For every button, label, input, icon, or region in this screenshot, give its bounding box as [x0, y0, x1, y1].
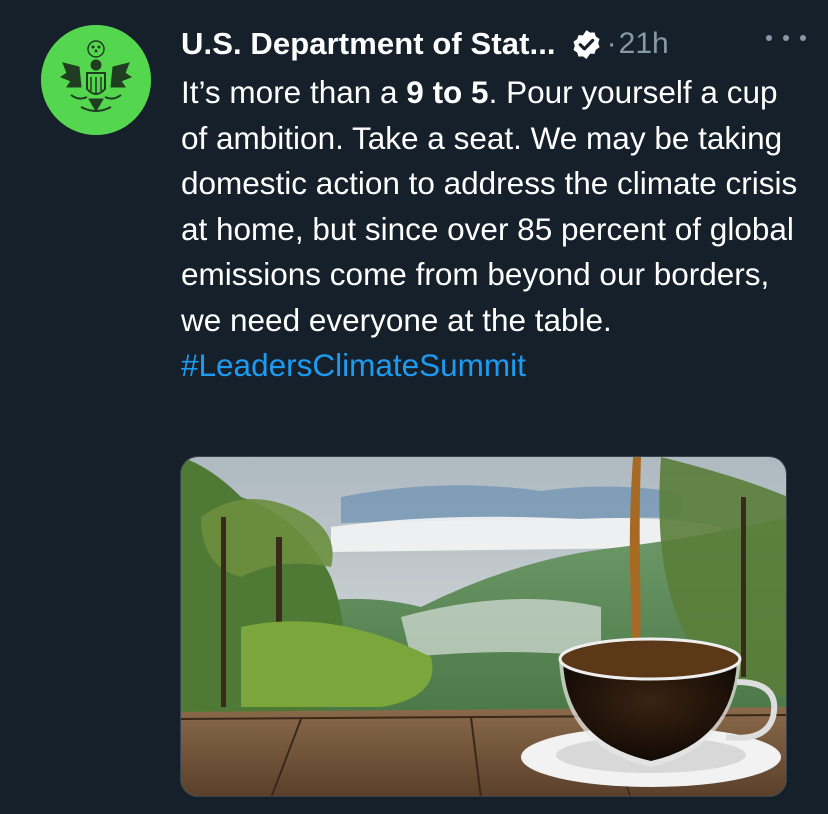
tweet-text: It’s more than a 9 to 5. Pour yourself a… [181, 70, 801, 389]
verified-badge-icon [570, 28, 603, 61]
tweet-text-bold: 9 to 5 [406, 74, 489, 110]
tweet-header: U.S. Department of Stat... · 21h [181, 22, 801, 66]
dot [766, 35, 772, 41]
avatar[interactable] [41, 25, 151, 135]
more-dots-icon[interactable] [766, 28, 806, 48]
dot [783, 35, 789, 41]
tweet-media-image[interactable] [180, 456, 787, 797]
hashtag-link[interactable]: #LeadersClimateSummit [181, 347, 526, 383]
dot [800, 35, 806, 41]
author-name[interactable]: U.S. Department of Stat... [181, 26, 556, 62]
tweet-text-part: It’s more than a [181, 74, 407, 110]
great-seal-icon [41, 25, 151, 135]
tweet[interactable]: U.S. Department of Stat... · 21h It’s mo… [0, 0, 828, 814]
timestamp[interactable]: 21h [619, 27, 669, 61]
tweet-text-part: . Pour yourself a cup of ambition. Take … [181, 74, 798, 338]
coffee-cup-forest-photo [181, 457, 786, 796]
separator-dot: · [606, 27, 617, 60]
